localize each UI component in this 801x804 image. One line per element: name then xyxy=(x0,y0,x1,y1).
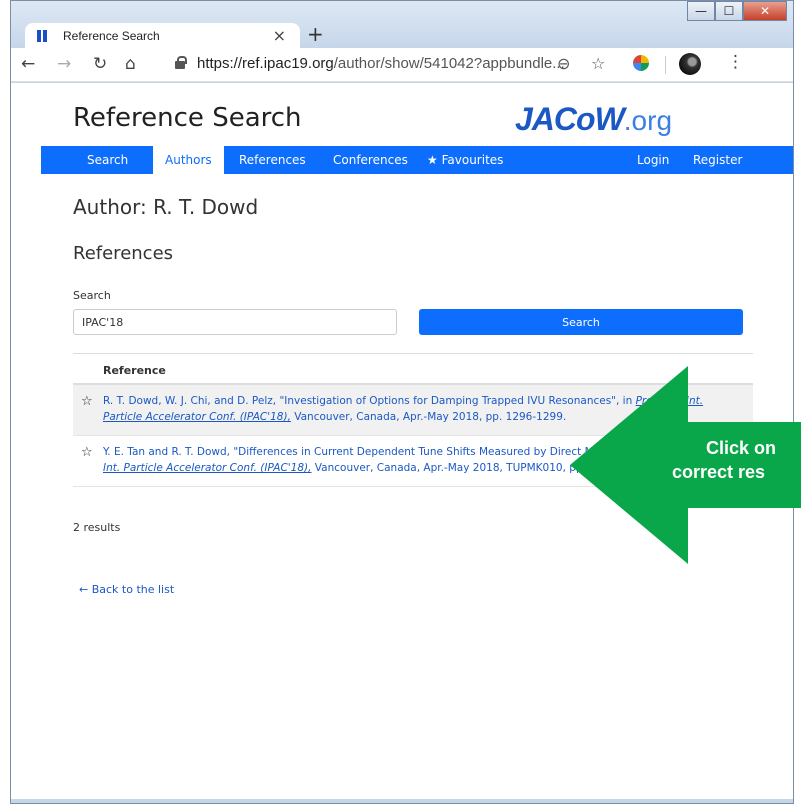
forward-arrow-icon[interactable]: → xyxy=(57,54,71,74)
lock-icon xyxy=(175,56,187,69)
search-input[interactable] xyxy=(73,309,397,335)
annotation-line-1: Click on xyxy=(706,438,777,458)
nav-authors[interactable]: Authors xyxy=(153,146,224,174)
extension-icon[interactable] xyxy=(633,55,649,71)
star-icon: ★ xyxy=(427,153,438,167)
back-to-list-link[interactable]: ← Back to the list xyxy=(79,583,174,596)
close-window-button[interactable]: ✕ xyxy=(743,1,787,21)
results-count: 2 results xyxy=(73,521,121,534)
url-host: https://ref.ipac19.org xyxy=(197,55,334,72)
nav-search[interactable]: Search xyxy=(75,146,140,174)
favourite-star-icon[interactable]: ☆ xyxy=(81,394,93,410)
browser-tab[interactable]: Reference Search × xyxy=(25,23,300,49)
nav-favourites[interactable]: ★ Favourites xyxy=(415,146,515,174)
back-arrow-icon[interactable]: ← xyxy=(21,54,35,74)
zoom-icon[interactable]: ⊖ xyxy=(557,54,570,73)
nav-references[interactable]: References xyxy=(227,146,318,174)
reload-icon[interactable]: ↻ xyxy=(93,54,107,74)
annotation-text: Click on correct res xyxy=(672,436,801,484)
tab-close-icon[interactable]: × xyxy=(273,26,286,45)
search-button[interactable]: Search xyxy=(419,309,743,335)
profile-avatar[interactable] xyxy=(679,53,701,75)
title-bar: Reference Search × + — ☐ ✕ xyxy=(11,1,793,49)
reference-details: Vancouver, Canada, Apr.-May 2018, pp. 12… xyxy=(290,411,567,423)
url-path: /author/show/541042?appbundle... xyxy=(333,55,565,72)
jacow-logo[interactable]: JACoW.org xyxy=(515,103,672,137)
browser-toolbar: ← → ↻ ⌂ https://ref.ipac19.org/author/sh… xyxy=(11,48,793,82)
main-navbar: Search Authors References Conferences ★ … xyxy=(41,146,793,174)
bookmark-star-icon[interactable]: ☆ xyxy=(591,54,605,73)
maximize-button[interactable]: ☐ xyxy=(715,1,743,21)
logo-tld: .org xyxy=(623,105,673,136)
new-tab-button[interactable]: + xyxy=(307,23,324,45)
toolbar-divider xyxy=(665,56,666,74)
nav-register[interactable]: Register xyxy=(681,146,754,174)
menu-kebab-icon[interactable]: ⋮ xyxy=(727,52,744,72)
reference-text: R. T. Dowd, W. J. Chi, and D. Pelz, "Inv… xyxy=(103,395,636,407)
search-label: Search xyxy=(73,289,111,302)
nav-favourites-label: Favourites xyxy=(441,153,504,167)
nav-login[interactable]: Login xyxy=(625,146,681,174)
references-heading: References xyxy=(73,243,174,264)
favourite-star-icon[interactable]: ☆ xyxy=(81,445,93,461)
minimize-button[interactable]: — xyxy=(687,1,715,21)
nav-conferences[interactable]: Conferences xyxy=(321,146,420,174)
tab-title: Reference Search xyxy=(63,29,160,43)
jacow-favicon-icon xyxy=(37,30,51,42)
logo-text: JACoW xyxy=(515,101,625,137)
site-title: Reference Search xyxy=(73,103,302,133)
author-heading: Author: R. T. Dowd xyxy=(73,195,259,219)
annotation-line-2: correct res xyxy=(672,462,766,482)
home-icon[interactable]: ⌂ xyxy=(125,54,136,74)
window-controls: — ☐ ✕ xyxy=(687,1,787,23)
